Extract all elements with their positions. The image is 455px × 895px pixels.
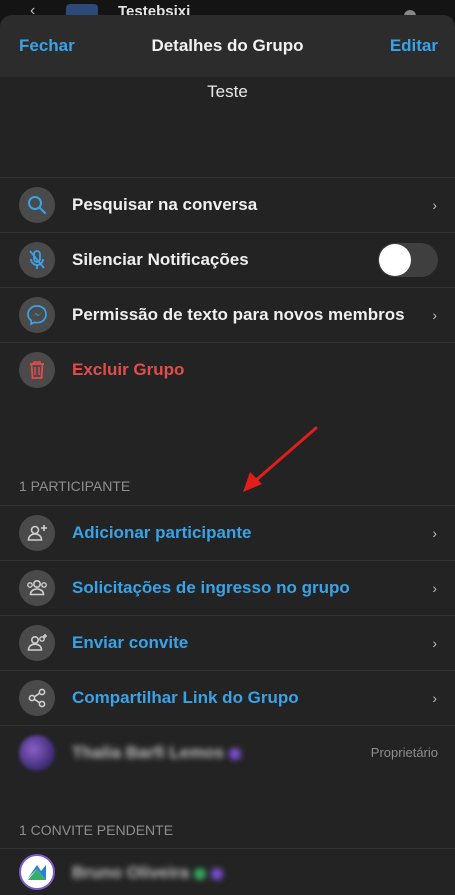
delete-group-label: Excluir Grupo — [72, 360, 185, 379]
page-title: Detalhes do Grupo — [151, 36, 304, 55]
pending-invites-section-header: 1 CONVITE PENDENTE — [19, 822, 174, 838]
share-icon — [19, 680, 55, 716]
participants-section-header: 1 PARTICIPANTE — [19, 478, 131, 494]
invite-icon — [19, 625, 55, 661]
participants-list: Adicionar participante › Solicitações de… — [0, 505, 455, 780]
avatar — [19, 735, 55, 771]
pending-invites-list: Bruno Oliveira — [0, 848, 455, 895]
add-participant-label: Adicionar participante — [72, 523, 252, 542]
mute-notifications-row[interactable]: Silenciar Notificações — [0, 232, 455, 287]
mute-notifications-label: Silenciar Notificações — [72, 250, 249, 269]
add-person-icon — [19, 515, 55, 551]
edit-button[interactable]: Editar — [390, 36, 438, 56]
trash-icon — [19, 352, 55, 388]
group-name: Teste — [207, 82, 248, 101]
chevron-right-icon: › — [432, 307, 437, 323]
chevron-right-icon: › — [432, 690, 437, 706]
group-actions-list: Pesquisar na conversa › Silenciar Notifi… — [0, 177, 455, 397]
search-icon — [19, 187, 55, 223]
send-invite-row[interactable]: Enviar convite › — [0, 615, 455, 670]
send-invite-label: Enviar convite — [72, 633, 189, 652]
share-link-row[interactable]: Compartilhar Link do Grupo › — [0, 670, 455, 725]
member-row[interactable]: Thalia Barfi Lemos Proprietário — [0, 725, 455, 780]
join-requests-label: Solicitações de ingresso no grupo — [72, 578, 350, 597]
toggle-knob — [379, 244, 411, 276]
delete-group-row[interactable]: Excluir Grupo — [0, 342, 455, 397]
mic-off-icon — [19, 242, 55, 278]
chevron-right-icon: › — [432, 580, 437, 596]
annotation-arrow-icon — [243, 426, 318, 492]
chevron-right-icon: › — [432, 197, 437, 213]
mute-toggle[interactable] — [378, 243, 438, 277]
people-icon — [19, 570, 55, 606]
pending-invite-name: Bruno Oliveira — [72, 863, 224, 883]
group-details-sheet: Fechar Detalhes do Grupo Editar Teste Pe… — [0, 15, 455, 895]
chevron-right-icon: › — [432, 525, 437, 541]
search-conversation-label: Pesquisar na conversa — [72, 195, 258, 214]
share-link-label: Compartilhar Link do Grupo — [72, 688, 299, 707]
messenger-icon — [19, 297, 55, 333]
pending-invite-row[interactable]: Bruno Oliveira — [0, 848, 455, 895]
add-participant-row[interactable]: Adicionar participante › — [0, 505, 455, 560]
join-requests-row[interactable]: Solicitações de ingresso no grupo › — [0, 560, 455, 615]
avatar — [19, 854, 55, 890]
member-role: Proprietário — [370, 745, 438, 760]
search-conversation-row[interactable]: Pesquisar na conversa › — [0, 177, 455, 232]
member-name: Thalia Barfi Lemos — [72, 743, 242, 763]
chevron-right-icon: › — [432, 635, 437, 651]
text-permission-label: Permissão de texto para novos membros — [72, 305, 405, 324]
sheet-header: Fechar Detalhes do Grupo Editar — [0, 15, 455, 77]
text-permission-row[interactable]: Permissão de texto para novos membros › — [0, 287, 455, 342]
